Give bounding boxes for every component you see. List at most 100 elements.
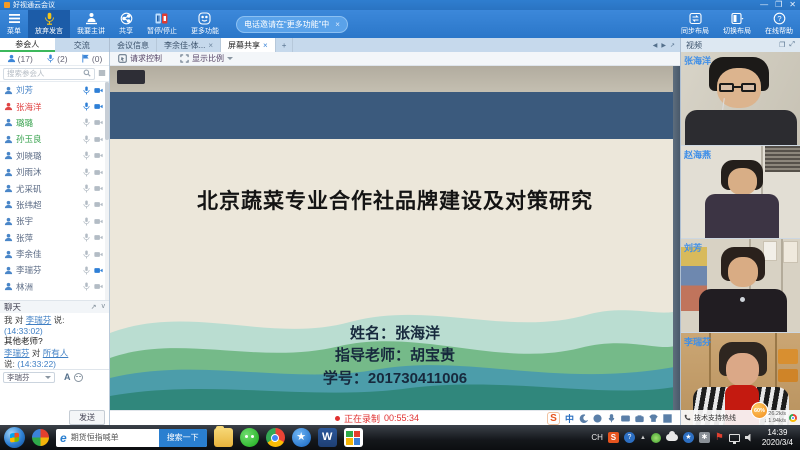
chat-user-link[interactable]: 所有人 xyxy=(43,348,69,358)
camera-icon[interactable] xyxy=(94,118,103,127)
mic-icon[interactable] xyxy=(82,200,91,209)
close-button[interactable]: ✕ xyxy=(789,1,796,9)
emoji-button[interactable] xyxy=(74,373,83,382)
participant-row[interactable]: 林洲 xyxy=(0,279,109,295)
participant-list-scrollbar[interactable] xyxy=(105,82,109,300)
pinwheel-app-icon[interactable] xyxy=(32,429,49,446)
tab-chat[interactable]: 交流 xyxy=(55,38,110,52)
mic-icon[interactable] xyxy=(82,102,91,111)
participant-row[interactable]: 张宇 xyxy=(0,213,109,229)
start-button[interactable] xyxy=(4,427,25,448)
search-input[interactable]: 搜索参会人 xyxy=(3,68,95,80)
star-app-icon[interactable]: ★ xyxy=(292,428,311,447)
camera-icon[interactable] xyxy=(94,233,103,242)
cloud-tray-icon[interactable] xyxy=(666,434,678,441)
sogou-logo-icon[interactable]: S xyxy=(547,412,560,425)
participant-row[interactable]: 刘芳 xyxy=(0,82,109,98)
more-features-button[interactable]: 更多功能 xyxy=(184,10,226,38)
tab-user-session[interactable]: 李余佳-体...× xyxy=(157,38,221,52)
participant-row[interactable]: 刘晓璐 xyxy=(0,148,109,164)
video-thumbnail[interactable]: 赵海燕 xyxy=(681,145,800,239)
list-view-icon[interactable] xyxy=(98,69,106,79)
word-icon[interactable]: W xyxy=(318,428,337,447)
participant-row[interactable]: 李瑞芬 xyxy=(0,262,109,278)
mic-icon[interactable] xyxy=(82,266,91,275)
taskbar-search-button[interactable]: 搜索一下 xyxy=(159,429,207,447)
tab-scroll-left-icon[interactable]: ◀ xyxy=(653,42,658,49)
chat-popout-icon[interactable]: ↗ xyxy=(91,303,97,311)
antivirus-tray-icon[interactable] xyxy=(651,433,661,443)
network-monitor-icon[interactable] xyxy=(729,434,740,442)
taskbar-search-input[interactable]: 期货恒指喊单 xyxy=(71,432,159,443)
help-tray-icon[interactable]: ? xyxy=(624,432,635,443)
tooltip-close-icon[interactable]: × xyxy=(335,20,340,29)
online-help-button[interactable]: ? 在线帮助 xyxy=(758,10,800,38)
tab-popout-icon[interactable]: ↗ xyxy=(670,42,675,49)
taskbar-clock[interactable]: 14:39 2020/3/4 xyxy=(762,428,793,448)
mic-icon[interactable] xyxy=(82,184,91,193)
tab-meeting-info[interactable]: 会议信息 xyxy=(110,38,157,52)
file-explorer-icon[interactable] xyxy=(214,428,233,447)
ie-icon[interactable]: e xyxy=(56,431,71,445)
mic-icon[interactable] xyxy=(607,414,616,423)
pause-stop-button[interactable]: 暂停/停止 xyxy=(140,10,184,38)
video-expand-icon[interactable]: ⤢ xyxy=(789,41,795,49)
chat-target-select[interactable]: 李瑞芬 xyxy=(3,372,55,383)
minimize-button[interactable]: — xyxy=(760,1,768,9)
mic-icon[interactable] xyxy=(82,135,91,144)
star-tray-icon[interactable]: ★ xyxy=(683,432,694,443)
menu-button[interactable]: 菜单 xyxy=(0,10,28,38)
mic-icon[interactable] xyxy=(82,86,91,95)
mic-icon[interactable] xyxy=(82,250,91,259)
participant-row[interactable]: 张萍 xyxy=(0,230,109,246)
mic-icon[interactable] xyxy=(82,233,91,242)
camera-icon[interactable] xyxy=(94,217,103,226)
speaker-icon[interactable] xyxy=(745,434,754,442)
chat-collapse-icon[interactable]: v xyxy=(102,303,106,311)
camera-icon[interactable] xyxy=(94,266,103,275)
chat-user-link[interactable]: 李瑞芬 xyxy=(4,348,30,358)
asterisk-tray-icon[interactable]: ✱ xyxy=(699,432,710,443)
camera-icon[interactable] xyxy=(94,184,103,193)
tray-expand-icon[interactable]: ▲ xyxy=(640,435,646,441)
add-tab-button[interactable]: + xyxy=(276,38,294,52)
chat-user-link[interactable]: 李瑞芬 xyxy=(26,315,52,325)
smiley-icon[interactable] xyxy=(593,414,602,423)
camera-icon[interactable] xyxy=(94,282,103,291)
tab-participants[interactable]: 参会人 xyxy=(0,38,55,52)
sync-layout-button[interactable]: 同步布局 xyxy=(674,10,716,38)
display-scale-dropdown[interactable]: 显示比例 xyxy=(180,53,233,64)
tab-close-icon[interactable]: × xyxy=(208,41,213,50)
participant-row[interactable]: 张纬超 xyxy=(0,197,109,213)
font-format-button[interactable]: A xyxy=(64,372,71,382)
participant-row[interactable]: 刘雨沐 xyxy=(0,164,109,180)
sogou-tray-icon[interactable]: S xyxy=(608,432,619,443)
toolbox-icon[interactable] xyxy=(635,414,644,423)
camera-icon[interactable] xyxy=(94,250,103,259)
mic-icon[interactable] xyxy=(82,168,91,177)
tab-screen-share[interactable]: 屏幕共享× xyxy=(221,38,276,52)
keyboard-icon[interactable] xyxy=(621,414,630,423)
camera-icon[interactable] xyxy=(94,102,103,111)
language-indicator[interactable]: CH xyxy=(591,433,603,442)
camera-icon[interactable] xyxy=(94,86,103,95)
camera-icon[interactable] xyxy=(94,135,103,144)
chrome-icon[interactable] xyxy=(266,428,285,447)
share-button[interactable]: 共享 xyxy=(112,10,140,38)
action-center-flag-icon[interactable]: ⚑ xyxy=(715,433,724,443)
maximize-button[interactable]: ❐ xyxy=(775,1,782,9)
be-presenter-button[interactable]: 我要主讲 xyxy=(70,10,112,38)
video-grid-icon[interactable]: ❐ xyxy=(779,41,785,49)
camera-icon[interactable] xyxy=(94,151,103,160)
camera-icon[interactable] xyxy=(94,200,103,209)
switch-layout-button[interactable]: 切换布局 xyxy=(716,10,758,38)
participant-row[interactable]: 孙玉良 xyxy=(0,131,109,147)
give-up-speaking-button[interactable]: 放弃发言 xyxy=(28,10,70,38)
chat-text-input[interactable] xyxy=(0,384,109,409)
participant-row[interactable]: 李余佳 xyxy=(0,246,109,262)
video-thumbnail[interactable]: 刘芳 xyxy=(681,238,800,332)
mic-icon[interactable] xyxy=(82,217,91,226)
skin-icon[interactable] xyxy=(649,414,658,423)
grid-icon[interactable] xyxy=(663,414,672,423)
participant-row[interactable]: 璐璐 xyxy=(0,115,109,131)
